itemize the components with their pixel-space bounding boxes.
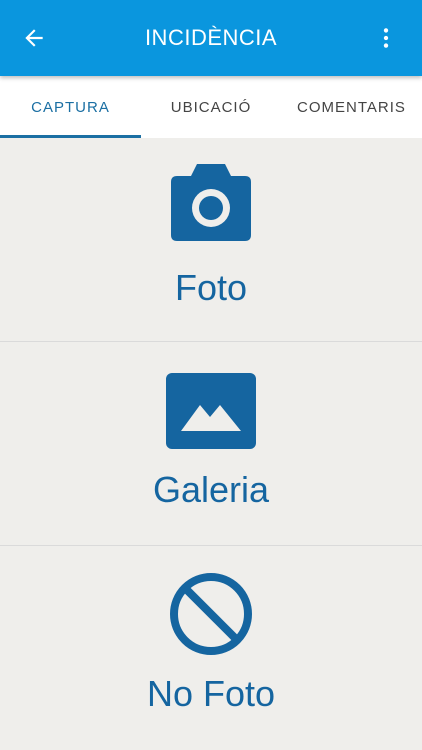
more-options-button[interactable] <box>366 18 406 58</box>
no-foto-option[interactable]: No Foto <box>0 546 422 749</box>
block-icon <box>170 573 252 655</box>
active-tab-indicator <box>0 135 141 138</box>
tab-bar: CAPTURA UBICACIÓ COMENTARIS <box>0 76 422 138</box>
foto-label: Foto <box>174 267 248 308</box>
no-foto-label: No Foto <box>146 673 276 714</box>
tab-ubicacio[interactable]: UBICACIÓ <box>141 76 281 138</box>
galeria-option[interactable]: Galeria <box>0 342 422 545</box>
camera-icon <box>171 164 251 241</box>
image-icon <box>166 373 256 449</box>
galeria-label: Galeria <box>152 469 270 510</box>
capture-options: Foto Galeria No Foto <box>0 138 422 750</box>
tab-captura[interactable]: CAPTURA <box>0 76 141 138</box>
foto-option[interactable]: Foto <box>0 138 422 341</box>
page-title: INCIDÈNCIA <box>144 25 278 50</box>
more-vertical-icon <box>383 28 389 48</box>
app-bar: INCIDÈNCIA <box>0 0 422 76</box>
tab-comentaris[interactable]: COMENTARIS <box>281 76 422 138</box>
